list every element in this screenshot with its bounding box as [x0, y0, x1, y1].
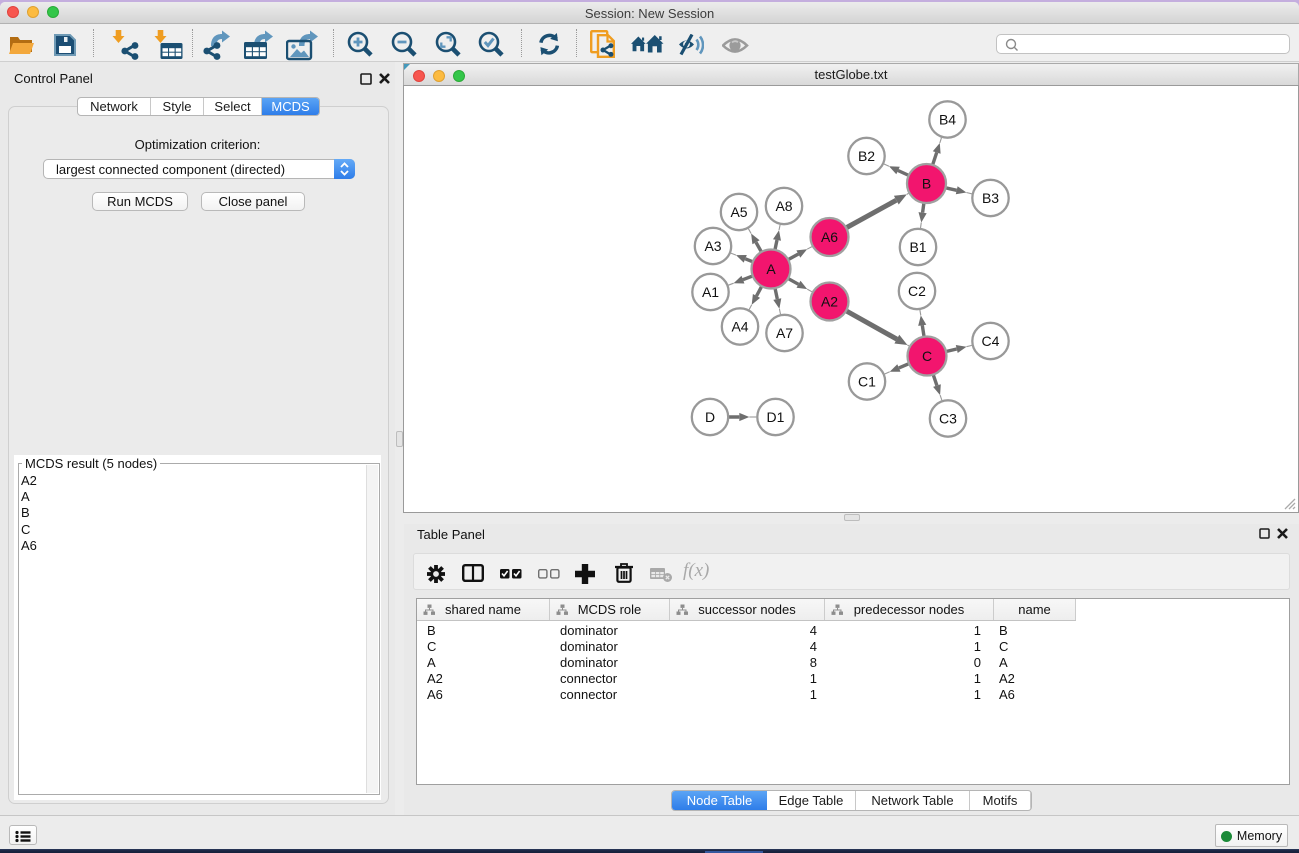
svg-text:B1: B1 [909, 239, 926, 255]
svg-text:B2: B2 [858, 148, 875, 164]
svg-text:D1: D1 [767, 409, 785, 425]
svg-text:A4: A4 [731, 318, 748, 334]
svg-text:A6: A6 [821, 229, 838, 245]
svg-text:A7: A7 [776, 325, 793, 341]
svg-text:A5: A5 [730, 204, 747, 220]
svg-text:C1: C1 [858, 373, 876, 389]
svg-text:A: A [766, 261, 776, 277]
svg-text:C3: C3 [939, 410, 957, 426]
svg-text:D: D [705, 409, 715, 425]
svg-text:B4: B4 [939, 111, 956, 127]
svg-text:B: B [922, 175, 931, 191]
svg-text:C4: C4 [982, 333, 1000, 349]
svg-text:C: C [922, 348, 932, 364]
svg-text:C2: C2 [908, 283, 926, 299]
svg-text:A8: A8 [775, 198, 792, 214]
svg-text:B3: B3 [982, 190, 999, 206]
svg-text:A1: A1 [702, 284, 719, 300]
svg-text:A3: A3 [704, 238, 721, 254]
svg-text:A2: A2 [821, 293, 838, 309]
